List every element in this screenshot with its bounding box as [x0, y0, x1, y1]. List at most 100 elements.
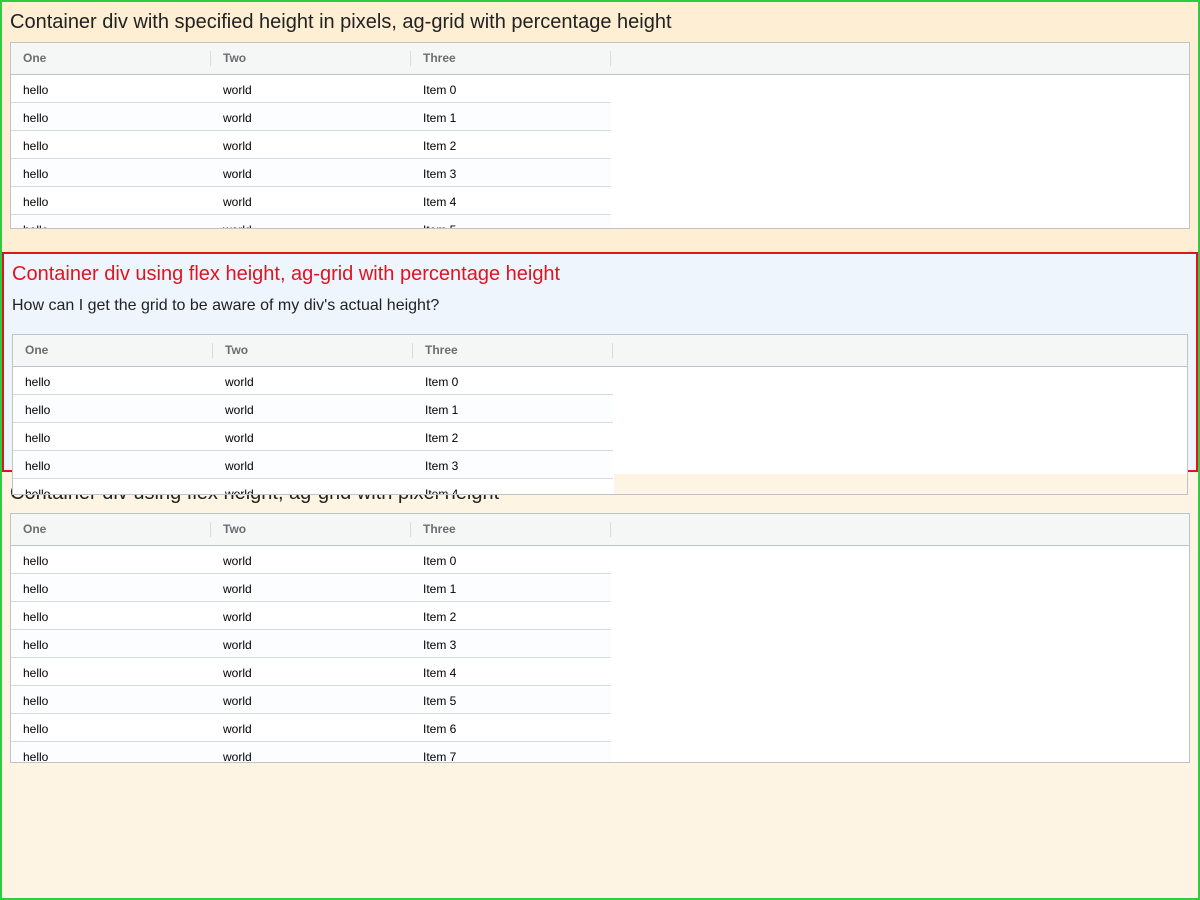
column-header-three[interactable]: Three — [411, 43, 611, 74]
cell[interactable]: hello — [11, 75, 211, 102]
cell[interactable]: Item 5 — [411, 215, 611, 228]
cell[interactable]: Item 0 — [411, 546, 611, 573]
cell[interactable]: Item 4 — [413, 479, 613, 494]
cell[interactable]: hello — [11, 546, 211, 573]
data-grid[interactable]: One Two Three hello world Item 0 hello worl… — [12, 334, 1188, 495]
cell[interactable]: Item 0 — [413, 367, 613, 394]
table-row[interactable]: hello world Item 6 — [11, 714, 611, 742]
cell[interactable]: world — [213, 451, 413, 478]
cell[interactable]: hello — [13, 451, 213, 478]
table-row[interactable]: hello world Item 2 — [11, 602, 611, 630]
cell[interactable]: hello — [11, 131, 211, 158]
grid-header: One Two Three — [13, 335, 1187, 367]
table-row[interactable]: hello world Item 0 — [11, 75, 611, 103]
cell[interactable]: Item 3 — [411, 630, 611, 657]
cell[interactable]: world — [211, 131, 411, 158]
table-row[interactable]: hello world Item 3 — [11, 630, 611, 658]
cell[interactable]: hello — [11, 602, 211, 629]
cell[interactable]: hello — [11, 187, 211, 214]
section-heading: Container div with specified height in p… — [10, 11, 672, 33]
cell[interactable]: world — [211, 103, 411, 130]
table-row[interactable]: hello world Item 4 — [11, 658, 611, 686]
cell[interactable]: world — [211, 658, 411, 685]
table-row[interactable]: hello world Item 2 — [13, 423, 613, 451]
column-header-one[interactable]: One — [13, 335, 213, 366]
table-row[interactable]: hello world Item 1 — [11, 574, 611, 602]
cell[interactable]: hello — [13, 395, 213, 422]
table-row[interactable]: helloworldItem 5 — [11, 215, 611, 228]
cell[interactable]: world — [211, 215, 411, 228]
column-header-two[interactable]: Two — [211, 514, 411, 545]
table-row[interactable]: hello world Item 7 — [11, 742, 611, 762]
cell[interactable]: hello — [11, 742, 211, 762]
grid-body[interactable]: hello world Item 0 hello world Item 1 hello w… — [13, 367, 613, 494]
cell[interactable]: world — [211, 742, 411, 762]
column-header-three[interactable]: Three — [411, 514, 611, 545]
grid-header: One Two Three — [11, 514, 1189, 546]
grid-body[interactable]: hello world Item 0 hello world Item 1 hello w… — [11, 75, 611, 228]
cell[interactable]: Item 3 — [413, 451, 613, 478]
cell[interactable]: Item 5 — [411, 686, 611, 713]
cell[interactable]: hello — [11, 159, 211, 186]
section-heading: Container div using flex height, ag-grid… — [12, 263, 561, 285]
cell[interactable]: world — [211, 686, 411, 713]
cell[interactable]: Item 1 — [411, 574, 611, 601]
section-pixel-height-container: Container div with specified height in p… — [2, 2, 1198, 252]
table-row[interactable]: hello world Item 4 — [11, 187, 611, 215]
cell[interactable]: Item 4 — [411, 658, 611, 685]
cell[interactable]: world — [213, 395, 413, 422]
cell[interactable]: world — [211, 187, 411, 214]
data-grid[interactable]: One Two Three hello world Item 0 hello worl… — [10, 42, 1190, 229]
cell[interactable]: hello — [11, 103, 211, 130]
cell[interactable]: hello — [11, 714, 211, 741]
cell[interactable]: world — [211, 546, 411, 573]
column-header-one[interactable]: One — [11, 43, 211, 74]
table-row[interactable]: hello world Item 1 — [13, 395, 613, 423]
grid-body[interactable]: hello world Item 0 hello world Item 1 hello w… — [11, 546, 611, 762]
table-row[interactable]: hello world Item 3 — [11, 159, 611, 187]
cell[interactable]: Item 2 — [411, 602, 611, 629]
cell[interactable]: world — [213, 479, 413, 494]
cell[interactable]: hello — [13, 367, 213, 394]
overflow-background — [614, 474, 1187, 494]
cell[interactable]: hello — [11, 574, 211, 601]
column-header-three[interactable]: Three — [413, 335, 613, 366]
cell[interactable]: world — [213, 367, 413, 394]
cell[interactable]: world — [211, 75, 411, 102]
cell[interactable]: world — [211, 714, 411, 741]
cell[interactable]: Item 6 — [411, 714, 611, 741]
cell[interactable]: world — [211, 574, 411, 601]
column-header-one[interactable]: One — [11, 514, 211, 545]
cell[interactable]: Item 3 — [411, 159, 611, 186]
cell[interactable]: hello — [13, 479, 213, 494]
table-row[interactable]: hello world Item 4 — [13, 479, 613, 494]
cell[interactable]: Item 2 — [413, 423, 613, 450]
table-row[interactable]: hello world Item 2 — [11, 131, 611, 159]
grid-header: One Two Three — [11, 43, 1189, 75]
cell[interactable]: hello — [11, 686, 211, 713]
cell[interactable]: Item 1 — [413, 395, 613, 422]
cell[interactable]: hello — [11, 630, 211, 657]
column-header-two[interactable]: Two — [211, 43, 411, 74]
table-row[interactable]: helloworldItem 5 — [11, 686, 611, 714]
section-pixel-grid-container: Container div using flex height, ag-grid… — [2, 472, 1198, 896]
table-row[interactable]: hello world Item 0 — [11, 546, 611, 574]
table-row[interactable]: hello world Item 1 — [11, 103, 611, 131]
table-row[interactable]: hello world Item 3 — [13, 451, 613, 479]
cell[interactable]: world — [211, 630, 411, 657]
cell[interactable]: Item 2 — [411, 131, 611, 158]
cell[interactable]: world — [211, 159, 411, 186]
cell[interactable]: Item 4 — [411, 187, 611, 214]
cell[interactable]: Item 1 — [411, 103, 611, 130]
cell[interactable]: world — [211, 602, 411, 629]
column-header-two[interactable]: Two — [213, 335, 413, 366]
cell[interactable]: Item 7 — [411, 742, 611, 762]
cell[interactable]: hello — [13, 423, 213, 450]
overflowing-grid-wrapper: One Two Three hello world Item 0 hello worl… — [12, 334, 1188, 495]
cell[interactable]: Item 0 — [411, 75, 611, 102]
table-row[interactable]: hello world Item 0 — [13, 367, 613, 395]
data-grid[interactable]: One Two Three hello world Item 0 hello worl… — [10, 513, 1190, 763]
cell[interactable]: world — [213, 423, 413, 450]
cell[interactable]: hello — [11, 215, 211, 228]
cell[interactable]: hello — [11, 658, 211, 685]
